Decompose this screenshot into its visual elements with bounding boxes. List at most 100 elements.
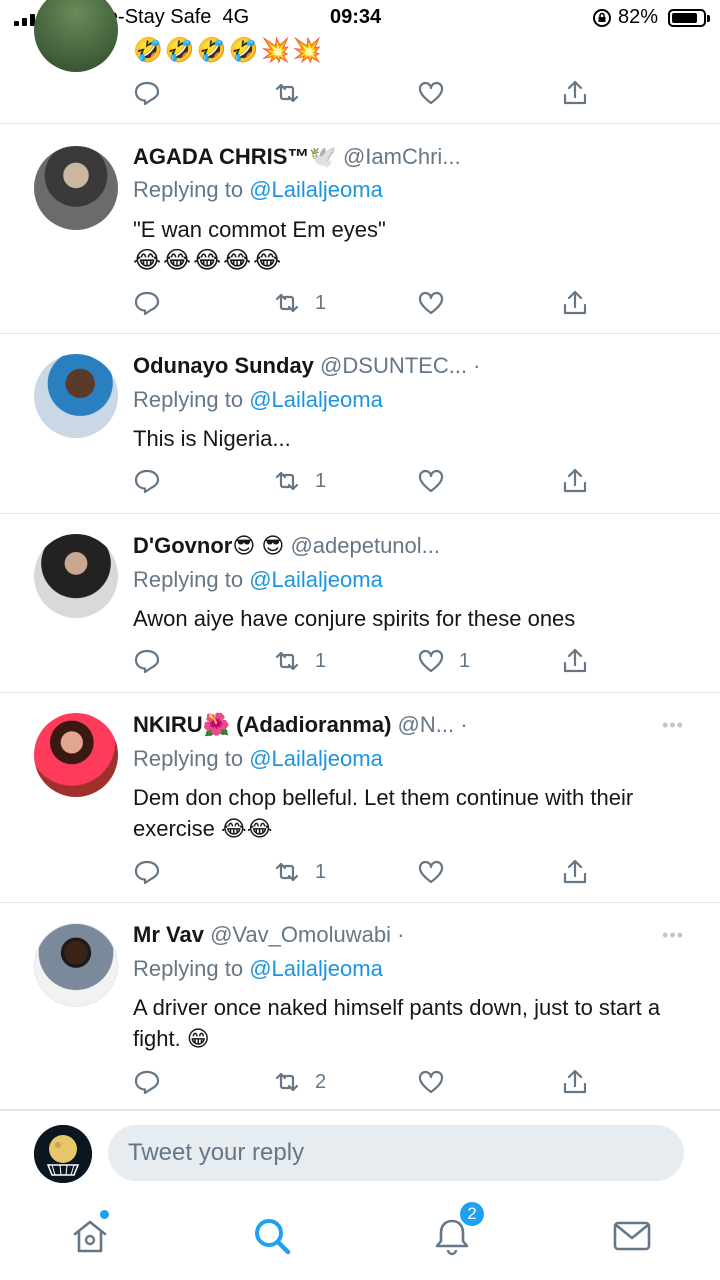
reply-button[interactable]: [133, 857, 161, 887]
tweet[interactable]: D'Govnor😎 😎 @adepetunol... Replying to @…: [0, 514, 720, 693]
reply-icon: [134, 860, 160, 885]
reply-button[interactable]: [133, 78, 161, 108]
retweet-button[interactable]: 1: [273, 288, 326, 318]
retweet-count: 1: [315, 469, 327, 492]
avatar[interactable]: [34, 146, 118, 230]
author-name[interactable]: Odunayo Sunday: [133, 353, 314, 378]
author-handle[interactable]: @N... ·: [398, 712, 468, 737]
battery-icon: [668, 9, 710, 27]
share-button[interactable]: [561, 857, 589, 887]
tab-search[interactable]: [250, 1214, 294, 1258]
tweet-actions: 2: [133, 1067, 603, 1097]
like-button[interactable]: [417, 857, 459, 887]
clock: 09:34: [330, 6, 382, 28]
reply-button[interactable]: [133, 646, 161, 676]
author-handle[interactable]: @adepetunol...: [290, 533, 440, 558]
retweet-button[interactable]: 1: [273, 857, 326, 887]
tweet[interactable]: AGADA CHRIS™🕊️ @IamChri... Replying to @…: [0, 124, 720, 334]
retweet-count: 1: [315, 649, 327, 672]
retweet-icon: [275, 471, 299, 491]
retweet-icon: [275, 83, 299, 103]
tab-notifications[interactable]: 2: [430, 1200, 486, 1258]
tab-messages[interactable]: [610, 1214, 654, 1258]
heart-icon: [418, 291, 444, 315]
author-name[interactable]: Mr Vav: [133, 922, 204, 947]
like-button[interactable]: [417, 78, 445, 108]
replying-prefix: Replying to: [133, 567, 244, 592]
rotation-lock-icon: [593, 9, 611, 27]
notifications-badge: 2: [458, 1200, 486, 1228]
battery-percent: 82%: [618, 6, 659, 28]
tweet-actions: 1 1: [133, 646, 603, 676]
tweet[interactable]: NKIRU🌺 (Adadioranma) @N... · ••• Replyin…: [0, 693, 720, 903]
heart-icon: [418, 649, 444, 673]
heart-icon: [418, 860, 444, 884]
reply-button[interactable]: [133, 288, 161, 318]
tweet-text: "E wan commot Em eyes": [133, 217, 386, 242]
retweet-button[interactable]: 1: [273, 646, 326, 676]
share-icon: [563, 1069, 587, 1094]
tweet[interactable]: Mr Vav @Vav_Omoluwabi · ••• Replying to …: [0, 903, 720, 1110]
replying-to-link[interactable]: @Lailaljeoma: [249, 387, 383, 412]
more-icon[interactable]: •••: [662, 715, 684, 736]
tweet[interactable]: Odunayo Sunday @DSUNTEC... · Replying to…: [0, 334, 720, 514]
like-button[interactable]: 1: [417, 646, 470, 676]
replying-to-link[interactable]: @Lailaljeoma: [249, 177, 383, 202]
reply-icon: [134, 469, 160, 494]
heart-icon: [418, 469, 444, 493]
replying-to-link[interactable]: @Lailaljeoma: [249, 567, 383, 592]
share-button[interactable]: [561, 1067, 589, 1097]
avatar[interactable]: [34, 354, 118, 438]
moon-icon: [34, 1125, 92, 1183]
retweet-count: 1: [315, 860, 327, 883]
home-icon: [73, 1220, 107, 1253]
retweet-button[interactable]: 1: [273, 466, 326, 496]
tweet-actions: [133, 78, 603, 108]
tab-home[interactable]: [68, 1210, 112, 1258]
reply-button[interactable]: [133, 466, 161, 496]
share-button[interactable]: [561, 78, 589, 108]
reply-icon: [134, 649, 160, 674]
reply-input[interactable]: Tweet your reply: [108, 1125, 684, 1181]
avatar[interactable]: [34, 923, 118, 1007]
retweet-button[interactable]: 2: [273, 1067, 326, 1097]
user-avatar[interactable]: [34, 1125, 92, 1183]
reply-button[interactable]: [133, 1067, 161, 1097]
tweet-partial[interactable]: 🤣🤣🤣🤣💥💥: [0, 0, 720, 124]
new-content-dot: [100, 1210, 109, 1219]
author-handle[interactable]: @DSUNTEC... ·: [320, 353, 480, 378]
replying-to-link[interactable]: @Lailaljeoma: [249, 956, 383, 981]
author-name[interactable]: AGADA CHRIS™🕊️: [133, 144, 337, 169]
tweet-actions: 1: [133, 288, 603, 318]
search-icon: [255, 1219, 291, 1255]
share-icon: [563, 290, 587, 315]
replying-prefix: Replying to: [133, 387, 244, 412]
tab-bar: 2: [0, 1194, 720, 1280]
author-handle[interactable]: @IamChri...: [343, 144, 461, 169]
retweet-icon: [275, 862, 299, 882]
share-button[interactable]: [561, 466, 589, 496]
tweet-actions: 1: [133, 857, 603, 887]
share-button[interactable]: [561, 288, 589, 318]
replying-to-link[interactable]: @Lailaljeoma: [249, 746, 383, 771]
tweet-emojis: 🤣🤣🤣🤣💥💥: [133, 37, 325, 64]
author-name[interactable]: D'Govnor😎 😎: [133, 533, 284, 558]
tweet-text: This is Nigeria...: [133, 426, 291, 451]
retweet-button[interactable]: [273, 78, 301, 108]
share-button[interactable]: [561, 646, 589, 676]
retweet-count: 2: [315, 1070, 327, 1093]
author-name[interactable]: NKIRU🌺 (Adadioranma): [133, 712, 391, 737]
share-icon: [563, 80, 587, 105]
like-button[interactable]: [417, 288, 459, 318]
replying-prefix: Replying to: [133, 177, 244, 202]
avatar[interactable]: [34, 713, 118, 797]
like-count: 1: [459, 649, 471, 672]
like-button[interactable]: [417, 466, 459, 496]
author-handle[interactable]: @Vav_Omoluwabi ·: [210, 922, 404, 947]
reply-icon: [134, 81, 160, 106]
avatar[interactable]: [34, 534, 118, 618]
like-button[interactable]: [417, 1067, 459, 1097]
avatar[interactable]: [34, 0, 118, 72]
tweet-actions: 1: [133, 466, 603, 496]
more-icon[interactable]: •••: [662, 925, 684, 946]
